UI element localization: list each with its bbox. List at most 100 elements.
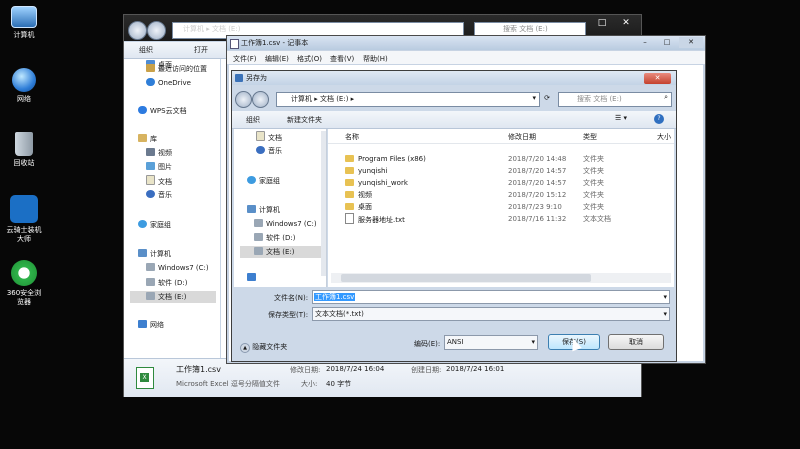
search-input[interactable]: 搜索 文档 (E:) ⌕ (558, 92, 672, 107)
encoding-select[interactable]: ANSI ▾ (444, 335, 538, 350)
back-button[interactable] (235, 91, 252, 108)
desktop-icon-label: 网络 (17, 95, 31, 103)
nav-scrollbar[interactable] (321, 131, 326, 276)
column-name[interactable]: 名称 (345, 132, 359, 142)
save-dialog-titlebar[interactable]: 另存为 ✕ (232, 71, 676, 85)
drive-icon (146, 292, 155, 300)
help-icon[interactable]: ? (654, 114, 664, 124)
save-as-dialog[interactable]: 另存为 ✕ 计算机 ▸ 文档 (E:) ▸ ▾ ⟳ 搜索 文档 (E:) ⌕ 组… (231, 70, 677, 362)
nav-drive-e[interactable]: 文档 (E:) (240, 246, 322, 258)
nav-pictures[interactable]: 图片 (146, 161, 172, 173)
breadcrumb-drive-e[interactable]: 文档 (E:) (320, 95, 348, 103)
file-row[interactable]: yunqishi 2018/7/20 14:57 文件夹 (328, 165, 674, 177)
file-row[interactable]: 视频 2018/7/20 15:12 文件夹 (328, 189, 674, 201)
file-name: Program Files (x86) (358, 155, 426, 163)
save-dialog-toolbar: 组织 新建文件夹 ☰ ▾ ? (232, 111, 676, 129)
nav-network[interactable]: 网络 (138, 319, 164, 331)
organize-button[interactable]: 组织 (246, 115, 260, 125)
desktop-icon-360-browser[interactable]: 360安全浏览器 (0, 260, 48, 307)
nav-computer[interactable]: 计算机 (247, 204, 280, 216)
column-type[interactable]: 类型 (583, 132, 597, 142)
hide-folders-toggle[interactable]: ▲ 隐藏文件夹 (240, 342, 287, 353)
chevron-down-icon[interactable]: ▾ (531, 336, 535, 348)
nav-onedrive[interactable]: OneDrive (146, 77, 191, 89)
recycle-bin-icon (15, 132, 33, 156)
nav-recent[interactable]: 最近访问的位置 (146, 63, 207, 75)
horizontal-scrollbar[interactable] (331, 273, 671, 283)
maximize-button[interactable]: □ (592, 15, 612, 32)
desktop-icon-network[interactable]: 网络 (0, 68, 48, 104)
nav-music[interactable]: 音乐 (256, 145, 282, 157)
column-date[interactable]: 修改日期 (508, 132, 536, 142)
chevron-down-icon[interactable]: ▾ (532, 94, 536, 102)
close-button[interactable]: ✕ (679, 37, 703, 48)
nav-library[interactable]: 库 (138, 133, 157, 145)
menu-edit[interactable]: 编辑(E) (265, 54, 289, 64)
file-row[interactable]: 桌面 2018/7/23 9:10 文件夹 (328, 201, 674, 213)
back-button[interactable] (128, 21, 147, 40)
document-icon (146, 175, 155, 185)
breadcrumb-computer[interactable]: 计算机 (291, 95, 312, 103)
close-button[interactable]: ✕ (644, 73, 671, 84)
notepad-titlebar[interactable]: 工作簿1.csv - 记事本 – □ ✕ (227, 36, 705, 50)
scrollbar-thumb[interactable] (341, 274, 591, 282)
savetype-select[interactable]: 文本文档(*.txt) ▾ (312, 307, 670, 321)
breadcrumb-drive-e[interactable]: 文档 (E:) (212, 25, 240, 33)
maximize-button[interactable]: □ (657, 37, 677, 48)
chevron-down-icon[interactable]: ▾ (663, 291, 667, 303)
nav-network[interactable] (247, 272, 259, 284)
hide-folders-label: 隐藏文件夹 (252, 343, 288, 351)
nav-homegroup[interactable]: 家庭组 (138, 219, 171, 231)
computer-icon (11, 6, 37, 28)
savetype-label: 保存类型(T): (268, 311, 309, 319)
save-icon (235, 74, 243, 82)
nav-computer[interactable]: 计算机 (138, 248, 171, 260)
nav-documents[interactable]: 文档 (256, 131, 282, 143)
nav-drive-c[interactable]: Windows7 (C:) (146, 262, 209, 274)
file-list-header: 名称 修改日期 类型 大小 (328, 129, 674, 144)
file-row[interactable]: yunqishi_work 2018/7/20 14:57 文件夹 (328, 177, 674, 189)
notepad-icon (230, 39, 239, 49)
network-icon (138, 320, 147, 328)
menu-format[interactable]: 格式(O) (297, 54, 322, 64)
minimize-button[interactable]: – (635, 37, 655, 48)
open-button[interactable]: 打开 (194, 45, 208, 55)
cancel-button-label: 取消 (629, 338, 643, 346)
desktop-icon-recycle-bin[interactable]: 回收站 (0, 132, 48, 168)
forward-button[interactable] (252, 91, 269, 108)
forward-button[interactable] (147, 21, 166, 40)
menu-view[interactable]: 查看(V) (330, 54, 354, 64)
column-size[interactable]: 大小 (657, 132, 671, 142)
breadcrumb-computer[interactable]: 计算机 (183, 25, 204, 33)
nav-homegroup[interactable]: 家庭组 (247, 175, 280, 187)
filename-input[interactable]: 工作簿1.csv ▾ (312, 290, 670, 304)
desktop-icon-yunqishi[interactable]: 云骑士装机大师 (0, 195, 48, 244)
view-options-icon[interactable]: ☰ ▾ (615, 114, 627, 122)
nav-label: 计算机 (150, 250, 171, 258)
desktop-icon-computer[interactable]: 计算机 (0, 6, 48, 40)
file-type: 文本文档 (583, 215, 611, 223)
close-button[interactable]: ✕ (613, 15, 639, 32)
nav-drive-c[interactable]: Windows7 (C:) (254, 218, 317, 230)
file-date: 2018/7/20 14:57 (508, 179, 567, 187)
nav-label: 网络 (150, 321, 164, 329)
address-bar[interactable]: 计算机 ▸ 文档 (E:) ▸ ▾ (276, 92, 540, 107)
chevron-down-icon[interactable]: ▾ (663, 308, 667, 320)
menu-help[interactable]: 帮助(H) (363, 54, 388, 64)
organize-button[interactable]: 组织 (139, 45, 153, 55)
menu-file[interactable]: 文件(F) (233, 54, 257, 64)
cancel-button[interactable]: 取消 (608, 334, 664, 350)
file-type: 文件夹 (583, 203, 604, 211)
drive-icon (254, 233, 263, 241)
nav-wps[interactable]: WPS云文档 (138, 105, 187, 117)
file-row[interactable]: 服务器地址.txt 2018/7/16 11:32 文本文档 (328, 213, 674, 225)
nav-drive-e[interactable]: 文档 (E:) (130, 291, 216, 303)
nav-documents[interactable]: 文档 (146, 175, 172, 187)
nav-videos[interactable]: 视频 (146, 147, 172, 159)
refresh-button[interactable]: ⟳ (541, 92, 553, 105)
nav-drive-d[interactable]: 软件 (D:) (254, 232, 295, 244)
nav-music[interactable]: 音乐 (146, 189, 172, 201)
file-row[interactable]: Program Files (x86) 2018/7/20 14:48 文件夹 (328, 153, 674, 165)
new-folder-button[interactable]: 新建文件夹 (287, 115, 322, 125)
nav-drive-d[interactable]: 软件 (D:) (146, 277, 187, 289)
